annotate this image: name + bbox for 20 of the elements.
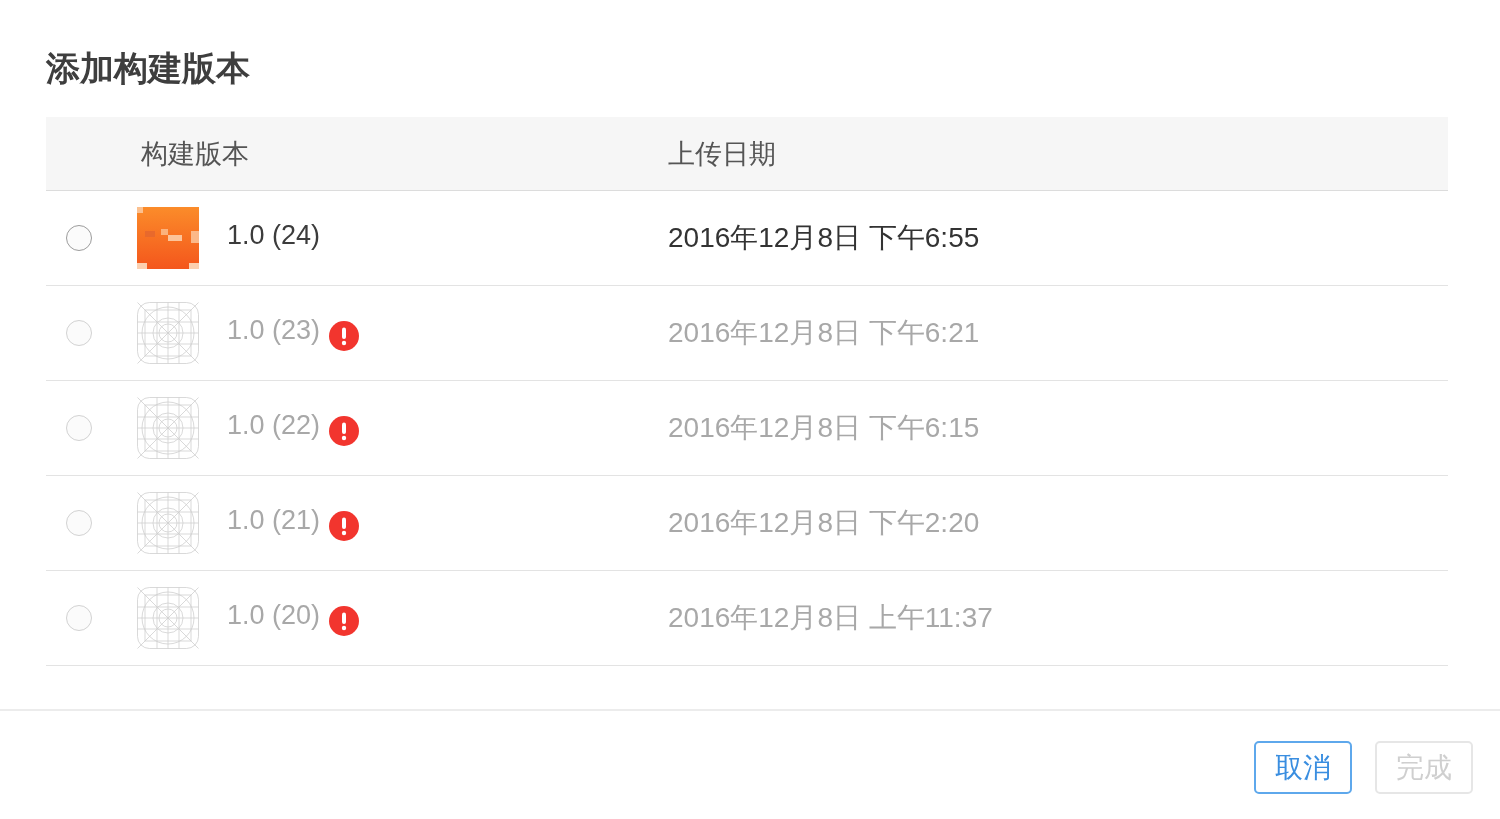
radio-button[interactable] [66, 225, 92, 251]
column-header: 构建版本 [141, 137, 249, 171]
app-template-icon [137, 397, 199, 459]
build-version: 1.0 (20) [227, 599, 321, 632]
build-version: 1.0 (24) [227, 219, 321, 252]
build-version: 1.0 (21) [227, 504, 321, 537]
upload-date: 2016年12月8日 下午2:20 [668, 506, 980, 540]
upload-date: 2016年12月8日 下午6:21 [668, 316, 980, 350]
app-template-icon [137, 492, 199, 554]
upload-date: 2016年12月8日 上午11:37 [668, 601, 993, 635]
upload-date: 2016年12月8日 下午6:55 [668, 221, 980, 255]
app-icon [137, 207, 199, 269]
column-header: 上传日期 [668, 137, 776, 171]
build-version: 1.0 (22) [227, 409, 321, 442]
app-template-icon [137, 302, 199, 364]
dialog-button[interactable]: 取消 [1254, 741, 1352, 794]
upload-date: 2016年12月8日 下午6:15 [668, 411, 980, 445]
app-template-icon [137, 587, 199, 649]
dialog-title: 添加构建版本 [46, 48, 250, 89]
build-version: 1.0 (23) [227, 314, 321, 347]
